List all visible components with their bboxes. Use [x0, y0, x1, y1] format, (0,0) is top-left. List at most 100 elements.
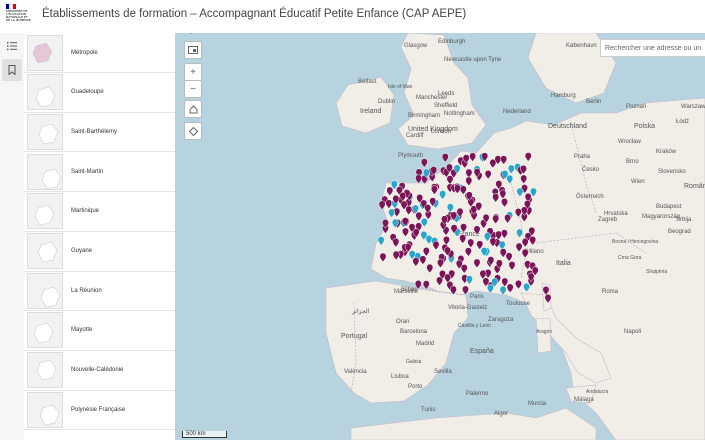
map-label: København	[566, 43, 597, 49]
map-label: Andalucía	[586, 389, 608, 395]
map-label: Alger	[494, 411, 508, 417]
zoom-out-button[interactable]: −	[184, 80, 202, 98]
address-search-input[interactable]: Rechercher une adresse ou un	[600, 39, 705, 57]
territory-label: Nouvelle-Calédonie	[71, 367, 124, 374]
map-label: Österreich	[576, 193, 604, 200]
map-label: Isle of Man	[388, 84, 413, 90]
territory-label: Martinique	[71, 208, 100, 215]
map-label: London	[431, 129, 451, 135]
map-label: Zaragoza	[488, 317, 514, 323]
map-label: Poznań	[626, 104, 646, 110]
map-label: Ireland	[360, 108, 382, 115]
map-label: Dublin	[378, 99, 395, 105]
territory-label: Saint-Martin	[71, 168, 104, 175]
territory-thumbnail	[27, 391, 63, 428]
sardinia-land	[535, 317, 552, 354]
territory-item[interactable]: Polynésie Française	[24, 390, 175, 431]
territory-item[interactable]: Nouvelle-Calédonie	[24, 351, 175, 391]
school-marker[interactable]	[422, 280, 430, 290]
territory-thumbnail	[27, 352, 63, 389]
map-label: Srbija	[676, 217, 692, 223]
map-label: Milano	[526, 249, 544, 255]
territory-label: Mayotte	[71, 327, 93, 334]
map-label: Cardiff	[406, 133, 424, 139]
home-button[interactable]	[184, 100, 202, 118]
territory-item[interactable]: Saint-Barthélemy	[24, 112, 175, 153]
ireland-land	[335, 76, 395, 134]
map-label: Wrocław	[618, 139, 642, 145]
map-label: Paris	[470, 294, 484, 300]
map-label: Porto	[408, 384, 423, 390]
basemap: Glasgow Edinburgh Newcastle upon Tyne Belfa…	[176, 33, 705, 440]
territory-thumbnail	[27, 272, 63, 309]
map-label: Vitoria-Gasteiz	[448, 305, 487, 311]
school-marker[interactable]	[415, 174, 423, 184]
territory-label: Guadeloupe	[71, 89, 104, 96]
map-label: Brno	[626, 159, 639, 165]
map-label: Sicilia	[176, 33, 189, 35]
map-label: Crna Gora	[618, 255, 642, 261]
locate-button[interactable]	[184, 122, 202, 140]
map-label: Glasgow	[404, 43, 428, 49]
map-label: Tunis	[421, 407, 435, 413]
territory-thumbnail	[27, 233, 63, 269]
territory-item[interactable]: Mayotte	[24, 311, 175, 351]
map-label: Roma	[602, 289, 619, 295]
territory-panel: Métropole Guadeloupe Saint-Barthélemy Saint…	[24, 33, 176, 440]
territory-item[interactable]: Guadeloupe	[24, 73, 175, 113]
scale-bar: 500 km	[182, 431, 227, 438]
map-label: Nottingham	[444, 111, 475, 117]
map-label: Málaga	[574, 397, 594, 403]
layers-button[interactable]	[184, 41, 202, 59]
map-label: Magyarország	[642, 214, 680, 220]
map-label: Portugal	[341, 333, 368, 340]
map-label: Palermo	[466, 391, 489, 397]
territory-item[interactable]: Martinique	[24, 192, 175, 232]
page-title: Établissements de formation – Accompagna…	[42, 8, 467, 20]
bookmark-icon	[8, 65, 16, 75]
map-label: Bilbao	[401, 287, 418, 293]
map-view[interactable]: Glasgow Edinburgh Newcastle upon Tyne Belfa…	[176, 33, 705, 440]
side-rail	[0, 33, 25, 440]
map-label: Lisboa	[391, 374, 409, 380]
school-marker[interactable]	[420, 158, 428, 168]
map-label: România	[684, 183, 705, 190]
map-label: Oran	[396, 319, 409, 325]
map-label: València	[344, 369, 367, 375]
map-label: Polska	[634, 123, 655, 130]
map-label: Beograd	[668, 229, 691, 235]
territory-item[interactable]: Guyane	[24, 232, 175, 272]
territory-thumbnail	[27, 312, 63, 349]
territory-label: Polynésie Française	[71, 406, 126, 413]
map-label: Warszawa	[681, 104, 705, 110]
map-label: Hamburg	[551, 93, 576, 99]
minus-icon: −	[190, 83, 196, 95]
map-label: Wien	[631, 179, 645, 185]
territory-thumbnail	[27, 74, 63, 111]
bookmark-button[interactable]	[2, 59, 22, 81]
territory-label: Guyane	[71, 248, 93, 254]
school-marker[interactable]	[441, 153, 449, 163]
map-label: Berlin	[586, 99, 601, 105]
north-africa-land	[350, 407, 597, 440]
home-icon	[189, 104, 197, 113]
map-label: Manchester	[416, 95, 447, 101]
app-header: MINISTÈRE DE L'ÉDUCATION NATIONALE ET DE…	[0, 0, 705, 34]
locate-icon	[188, 126, 198, 136]
list-icon	[7, 42, 17, 51]
map-label: الجزائر	[351, 308, 370, 315]
plus-icon: +	[190, 66, 196, 78]
map-label: Sevilla	[434, 369, 452, 375]
territory-item[interactable]: Saint-Martin	[24, 152, 175, 193]
zoom-in-button[interactable]: +	[184, 63, 202, 81]
territory-label: Métropole	[71, 49, 98, 56]
map-label: Łódź	[676, 119, 689, 125]
territory-label: Saint-Barthélemy	[71, 128, 118, 135]
map-label: Aragón	[536, 329, 552, 335]
screen-icon	[188, 46, 198, 54]
territory-item[interactable]: La Réunion	[24, 271, 175, 312]
list-toggle-button[interactable]	[2, 35, 22, 57]
logo-text: MINISTÈRE DE L'ÉDUCATION NATIONALE ET DE…	[6, 9, 31, 22]
map-label: Toulouse	[506, 301, 531, 307]
territory-item[interactable]: Métropole	[24, 33, 175, 73]
